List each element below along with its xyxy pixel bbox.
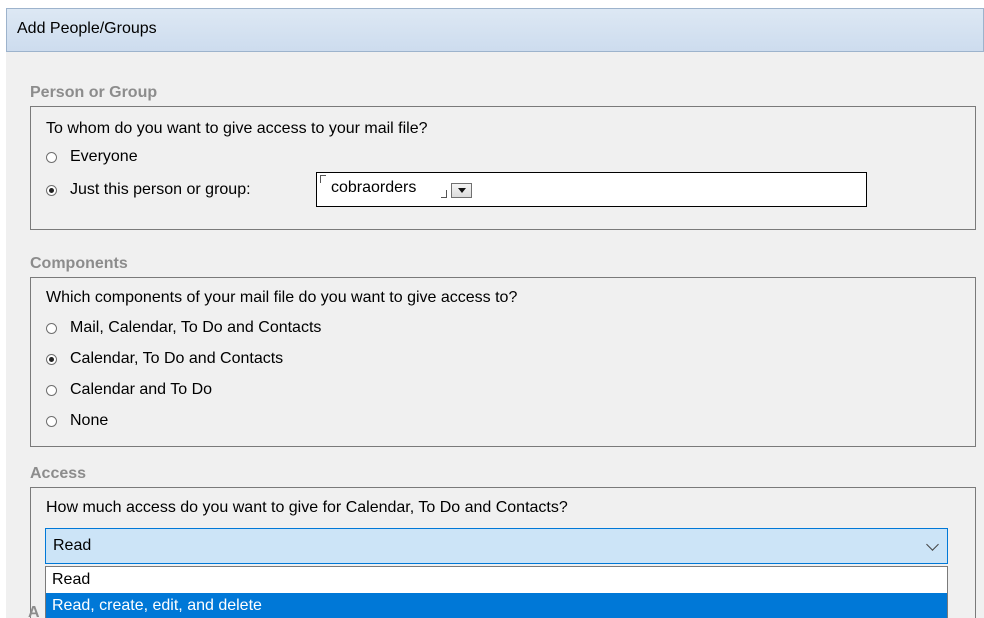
radio-calendar-todo-contacts-label[interactable]: Calendar, To Do and Contacts — [70, 350, 283, 368]
radio-just-this-person[interactable]: Just this person or group: — [46, 180, 251, 200]
radio-mail-calendar-todo-contacts-label[interactable]: Mail, Calendar, To Do and Contacts — [70, 319, 321, 337]
radio-everyone-label[interactable]: Everyone — [70, 148, 138, 166]
person-lookup-dropdown-button[interactable] — [451, 183, 472, 198]
person-group-field[interactable]: cobraorders — [316, 172, 867, 207]
radio-just-this-person-label[interactable]: Just this person or group: — [70, 181, 251, 199]
dropdown-option-read-create-edit-delete[interactable]: Read, create, edit, and delete — [46, 593, 947, 618]
components-question: Which components of your mail file do yo… — [46, 289, 518, 306]
radio-calendar-todo-contacts[interactable]: Calendar, To Do and Contacts — [46, 349, 283, 369]
radio-everyone-indicator[interactable] — [46, 151, 57, 163]
radio-none-indicator[interactable] — [46, 415, 57, 427]
radio-mail-calendar-todo-contacts-indicator[interactable] — [46, 322, 57, 334]
access-level-value[interactable]: Read — [53, 537, 91, 555]
radio-everyone[interactable]: Everyone — [46, 147, 138, 167]
person-group-value[interactable]: cobraorders — [331, 179, 416, 197]
radio-none[interactable]: None — [46, 411, 108, 431]
chevron-down-icon[interactable] — [926, 538, 939, 551]
dialog-title: Add People/Groups — [17, 20, 157, 37]
access-level-select[interactable]: Read — [45, 528, 948, 564]
dropdown-option-read[interactable]: Read — [46, 567, 947, 592]
section-title-access: Access — [30, 465, 87, 482]
person-question: To whom do you want to give access to yo… — [46, 120, 428, 137]
triangle-down-icon — [457, 188, 466, 193]
radio-just-this-person-indicator[interactable] — [46, 184, 57, 196]
access-level-dropdown-list: Read Read, create, edit, and delete — [45, 566, 948, 618]
access-question: How much access do you want to give for … — [46, 499, 568, 516]
radio-calendar-todo-contacts-indicator[interactable] — [46, 353, 57, 365]
radio-none-label[interactable]: None — [70, 412, 108, 430]
radio-calendar-todo-label[interactable]: Calendar and To Do — [70, 381, 212, 399]
field-end-bracket-icon — [441, 190, 447, 198]
radio-calendar-todo-indicator[interactable] — [46, 384, 57, 396]
radio-mail-calendar-todo-contacts[interactable]: Mail, Calendar, To Do and Contacts — [46, 318, 321, 338]
radio-calendar-todo[interactable]: Calendar and To Do — [46, 380, 212, 400]
field-start-bracket-icon — [320, 175, 326, 183]
add-people-groups-dialog: Add People/Groups Person or Group To who… — [0, 0, 984, 618]
dialog-titlebar: Add People/Groups — [6, 8, 984, 52]
section-title-person-or-group: Person or Group — [30, 84, 158, 101]
next-section-title-partial: A — [28, 604, 40, 618]
section-title-components: Components — [30, 255, 128, 272]
